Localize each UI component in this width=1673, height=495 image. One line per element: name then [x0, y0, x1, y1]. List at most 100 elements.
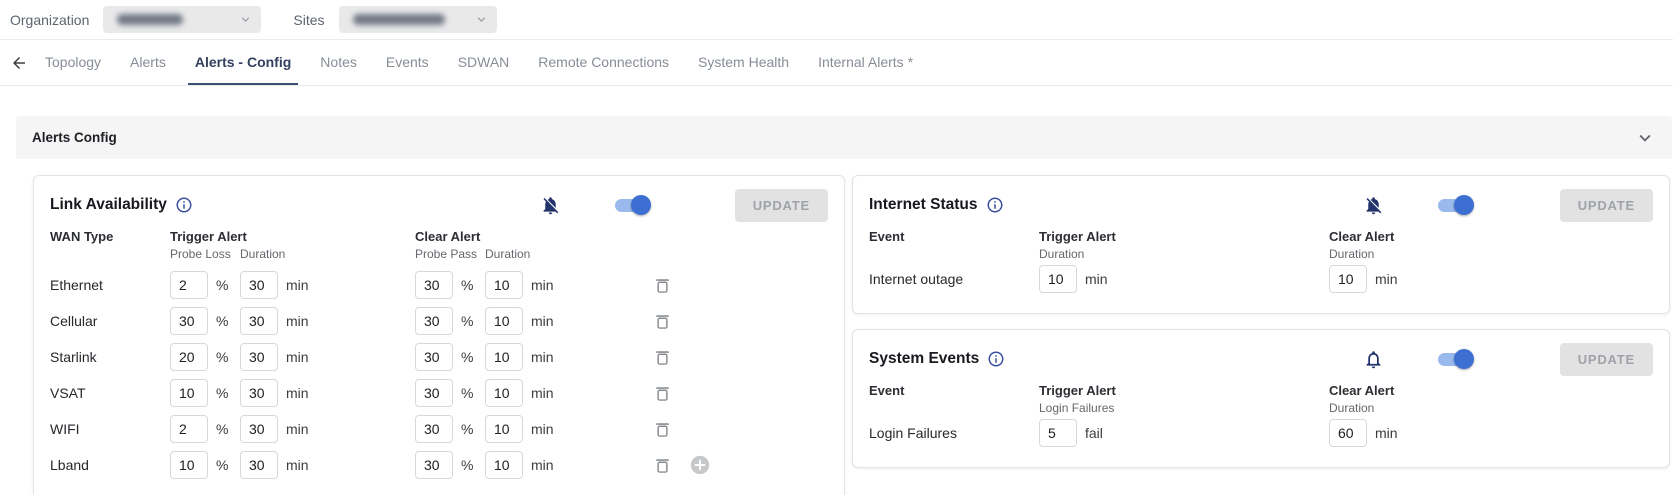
organization-select[interactable] — [103, 6, 261, 33]
trigger-duration-input[interactable] — [240, 379, 278, 407]
wan-table-row: VSAT % min % min — [50, 375, 828, 411]
enable-toggle[interactable] — [1436, 195, 1474, 215]
col-clear-alert: Clear Alert — [1329, 229, 1394, 244]
notifications-muted-icon[interactable] — [1363, 195, 1384, 216]
probe-loss-input[interactable] — [170, 415, 208, 443]
probe-loss-input[interactable] — [170, 271, 208, 299]
probe-pass-input[interactable] — [415, 271, 453, 299]
clear-duration-input[interactable] — [485, 307, 523, 335]
organization-label: Organization — [10, 12, 89, 28]
clear-duration-input[interactable] — [485, 415, 523, 443]
link-availability-card: Link Availability UPDATE WAN Type Trigge… — [33, 175, 845, 495]
wan-type-label: Ethernet — [50, 277, 170, 293]
clear-duration-input[interactable] — [485, 379, 523, 407]
trash-icon — [652, 455, 673, 476]
probe-loss-input[interactable] — [170, 343, 208, 371]
sites-select[interactable] — [339, 6, 497, 33]
info-icon[interactable] — [175, 196, 193, 214]
percent-unit: % — [461, 385, 473, 401]
alerts-config-header[interactable]: Alerts Config — [16, 116, 1672, 159]
min-unit: min — [286, 421, 309, 437]
col-clear-alert: Clear Alert — [1329, 383, 1394, 398]
trigger-duration-input[interactable] — [240, 307, 278, 335]
enable-toggle[interactable] — [613, 195, 651, 215]
back-button[interactable] — [0, 40, 38, 85]
min-unit: min — [286, 313, 309, 329]
col-duration: Duration — [240, 247, 415, 261]
probe-loss-input[interactable] — [170, 451, 208, 479]
probe-pass-input[interactable] — [415, 415, 453, 443]
col-duration: Duration — [1329, 247, 1374, 261]
sites-value-redacted — [353, 14, 445, 25]
chevron-down-icon — [474, 12, 489, 27]
topbar: Organization Sites — [0, 0, 1673, 40]
percent-unit: % — [216, 313, 228, 329]
tab-events[interactable]: Events — [379, 40, 436, 85]
trash-icon — [652, 311, 673, 332]
clear-duration-input[interactable] — [485, 451, 523, 479]
tab-remote-connections[interactable]: Remote Connections — [531, 40, 676, 85]
percent-unit: % — [216, 457, 228, 473]
col-trigger-alert: Trigger Alert — [1039, 383, 1329, 398]
notifications-muted-icon[interactable] — [540, 195, 561, 216]
login-failures-input[interactable] — [1039, 419, 1077, 447]
trigger-duration-input[interactable] — [1039, 265, 1077, 293]
trigger-duration-input[interactable] — [240, 343, 278, 371]
trigger-duration-input[interactable] — [240, 451, 278, 479]
col-clear-alert: Clear Alert — [415, 229, 650, 244]
wan-type-label: Lband — [50, 457, 170, 473]
system-events-card: System Events UPDATE Event Trigger Alert… — [852, 329, 1670, 468]
tab-sdwan[interactable]: SDWAN — [451, 40, 517, 85]
delete-row-button[interactable] — [650, 309, 675, 334]
probe-loss-input[interactable] — [170, 307, 208, 335]
tab-internal-alerts[interactable]: Internal Alerts * — [811, 40, 920, 85]
delete-row-button[interactable] — [650, 381, 675, 406]
update-button[interactable]: UPDATE — [1560, 343, 1653, 376]
info-icon[interactable] — [987, 350, 1005, 368]
info-icon[interactable] — [986, 196, 1004, 214]
tab-topology[interactable]: Topology — [38, 40, 108, 85]
alerts-config-body: Link Availability UPDATE WAN Type Trigge… — [16, 159, 1672, 495]
delete-row-button[interactable] — [650, 453, 675, 478]
wan-table-row: Ethernet % min % min — [50, 267, 828, 303]
clear-duration-input[interactable] — [485, 343, 523, 371]
percent-unit: % — [461, 457, 473, 473]
notifications-bell-icon[interactable] — [1363, 349, 1384, 370]
trigger-duration-input[interactable] — [240, 271, 278, 299]
probe-pass-input[interactable] — [415, 379, 453, 407]
probe-pass-input[interactable] — [415, 451, 453, 479]
probe-pass-input[interactable] — [415, 343, 453, 371]
update-button[interactable]: UPDATE — [1560, 189, 1653, 222]
update-button[interactable]: UPDATE — [735, 189, 828, 222]
min-unit: min — [286, 349, 309, 365]
delete-row-button[interactable] — [650, 345, 675, 370]
wan-table-row: Cellular % min % min — [50, 303, 828, 339]
probe-loss-input[interactable] — [170, 379, 208, 407]
chevron-down-icon[interactable] — [1634, 127, 1656, 149]
delete-row-button[interactable] — [650, 417, 675, 442]
clear-duration-input[interactable] — [1329, 419, 1367, 447]
tab-alerts[interactable]: Alerts — [123, 40, 173, 85]
clear-duration-input[interactable] — [1329, 265, 1367, 293]
delete-row-button[interactable] — [650, 273, 675, 298]
tab-notes[interactable]: Notes — [313, 40, 364, 85]
clear-duration-input[interactable] — [485, 271, 523, 299]
event-label: Login Failures — [869, 425, 1039, 441]
fail-unit: fail — [1085, 425, 1103, 441]
tab-alerts-config[interactable]: Alerts - Config — [188, 40, 298, 85]
col-probe-pass: Probe Pass — [415, 247, 485, 261]
col-login-failures: Login Failures — [1039, 401, 1329, 415]
trash-icon — [652, 275, 673, 296]
chevron-down-icon — [238, 12, 253, 27]
trigger-duration-input[interactable] — [240, 415, 278, 443]
enable-toggle[interactable] — [1436, 349, 1474, 369]
probe-pass-input[interactable] — [415, 307, 453, 335]
min-unit: min — [531, 349, 554, 365]
min-unit: min — [286, 457, 309, 473]
tab-system-health[interactable]: System Health — [691, 40, 796, 85]
col-probe-loss: Probe Loss — [170, 247, 240, 261]
min-unit: min — [1375, 271, 1398, 287]
add-row-button[interactable] — [687, 452, 713, 478]
wan-table-row: WIFI % min % min — [50, 411, 828, 447]
min-unit: min — [531, 313, 554, 329]
